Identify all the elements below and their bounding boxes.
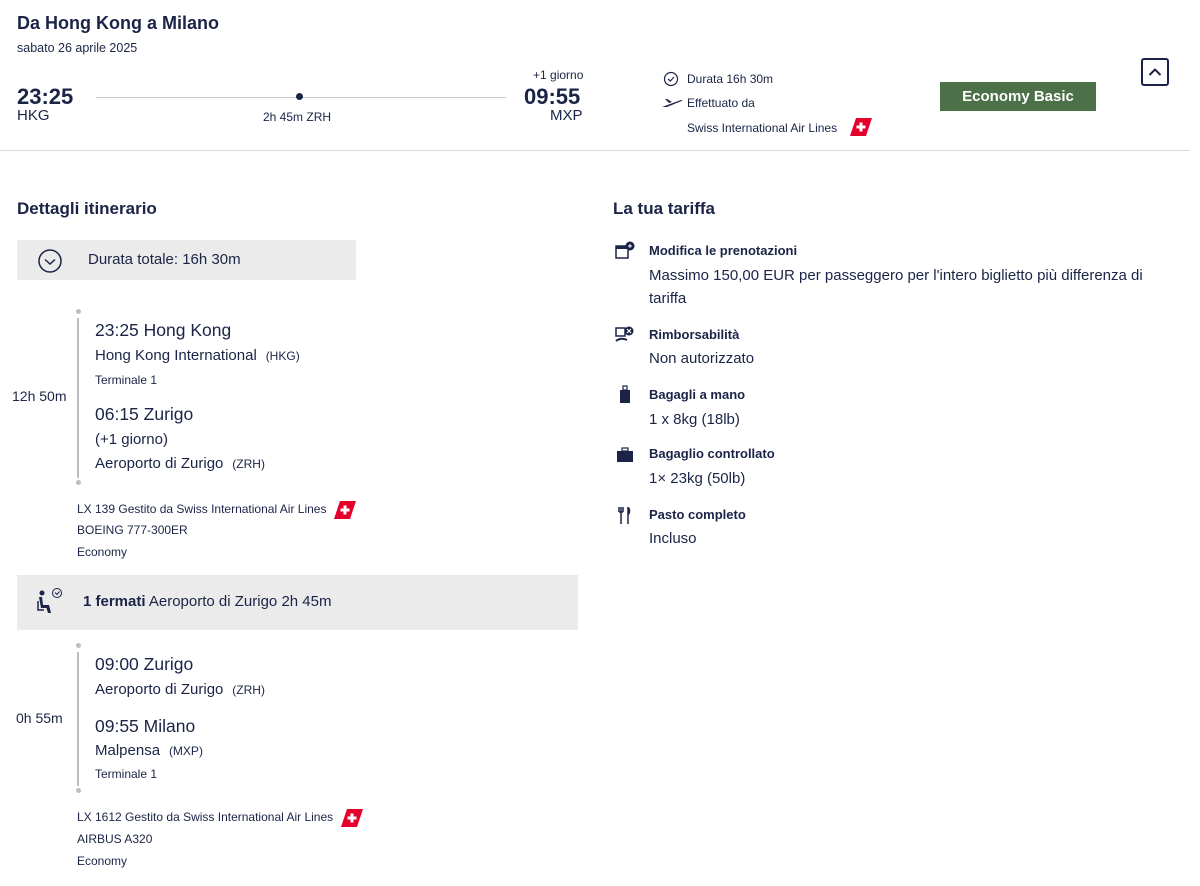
segment-duration: 12h 50m xyxy=(12,388,67,404)
header-divider xyxy=(0,150,1190,151)
segment-arrival-time: 06:15 Zurigo xyxy=(95,404,194,424)
calendar-change-icon xyxy=(615,241,635,266)
itinerary-title: Dettagli itinerario xyxy=(17,199,157,218)
refund-icon xyxy=(615,325,635,350)
swiss-logo-icon xyxy=(333,501,356,519)
segment-departure-airport: Aeroporto di Zurigo (ZRH) xyxy=(95,681,265,698)
chevron-up-icon xyxy=(1148,68,1162,76)
stopover-dot xyxy=(296,93,303,100)
fare-title: La tua tariffa xyxy=(613,199,716,218)
segment-arrival-airport: Malpensa (MXP) xyxy=(95,742,203,759)
timeline-dot xyxy=(76,788,81,793)
travel-date: sabato 26 aprile 2025 xyxy=(17,41,138,55)
fare-item-label: Bagagli a mano xyxy=(649,387,746,402)
fare-item-label: Bagaglio controllato xyxy=(649,446,775,461)
checked-baggage-icon xyxy=(616,446,634,469)
flight-operator-line: LX 1612 Gestito da Swiss International A… xyxy=(77,809,363,827)
cutlery-icon xyxy=(617,506,633,529)
segment-departure-time: 09:00 Zurigo xyxy=(95,654,194,674)
swiss-logo-icon xyxy=(340,809,363,827)
timeline-line xyxy=(77,652,79,786)
fare-item-value: 1 x 8kg (18lb) xyxy=(649,411,740,428)
stopover-text: 1 fermati Aeroporto di Zurigo 2h 45m xyxy=(83,593,332,610)
arrival-code: MXP xyxy=(550,107,583,124)
clock-check-icon xyxy=(38,249,62,278)
fare-item-label: Rimborsabilità xyxy=(649,327,740,342)
hand-baggage-icon xyxy=(617,385,633,410)
segment-duration: 0h 55m xyxy=(16,710,63,726)
timeline-dot xyxy=(76,480,81,485)
clock-icon xyxy=(663,71,679,92)
fare-item-value: Incluso xyxy=(649,530,697,547)
departure-code: HKG xyxy=(17,107,50,124)
segment-departure-time: 23:25 Hong Kong xyxy=(95,320,232,340)
collapse-button[interactable] xyxy=(1141,58,1169,86)
segment-arrival-offset: (+1 giorno) xyxy=(95,431,168,448)
segment-arrival-airport: Aeroporto di Zurigo (ZRH) xyxy=(95,455,265,472)
header-duration: Durata 16h 30m xyxy=(687,72,774,86)
segment-departure-terminal: Terminale 1 xyxy=(95,373,158,387)
fare-class-badge: Economy Basic xyxy=(940,82,1096,111)
flight-operator-line: LX 139 Gestito da Swiss International Ai… xyxy=(77,501,356,519)
segment-departure-airport: Hong Kong International (HKG) xyxy=(95,347,300,364)
fare-item-value: 1× 23kg (50lb) xyxy=(649,470,746,487)
timeline-dot xyxy=(76,309,81,314)
segment-arrival-time: 09:55 Milano xyxy=(95,716,196,736)
page-title: Da Hong Kong a Milano xyxy=(17,13,219,33)
timeline-line xyxy=(77,318,79,478)
fare-item-value: Non autorizzato xyxy=(649,350,755,367)
stopover-bar: 1 fermati Aeroporto di Zurigo 2h 45m xyxy=(17,575,578,630)
total-duration: Durata totale: 16h 30m xyxy=(88,251,241,268)
cabin-class: Economy xyxy=(77,854,128,868)
segment-arrival-terminal: Terminale 1 xyxy=(95,767,158,781)
total-duration-bar: Durata totale: 16h 30m xyxy=(17,240,356,280)
fare-item-label: Pasto completo xyxy=(649,507,746,522)
operated-by-label: Effettuato da xyxy=(687,96,755,110)
aircraft-type: AIRBUS A320 xyxy=(77,832,153,846)
aircraft-type: BOEING 777-300ER xyxy=(77,523,188,537)
fare-item-value: Massimo 150,00 EUR per passeggero per l'… xyxy=(649,267,1143,307)
fare-item-label: Modifica le prenotazioni xyxy=(649,243,798,258)
header-airline: Swiss International Air Lines xyxy=(687,121,838,135)
stopover-info: 2h 45m ZRH xyxy=(263,110,332,124)
cabin-class: Economy xyxy=(77,545,128,559)
swiss-logo-icon xyxy=(850,118,872,141)
waiting-seat-icon xyxy=(35,587,65,622)
plane-icon xyxy=(661,96,683,114)
timeline-dot xyxy=(76,643,81,648)
arrival-day-offset: +1 giorno xyxy=(533,68,584,82)
